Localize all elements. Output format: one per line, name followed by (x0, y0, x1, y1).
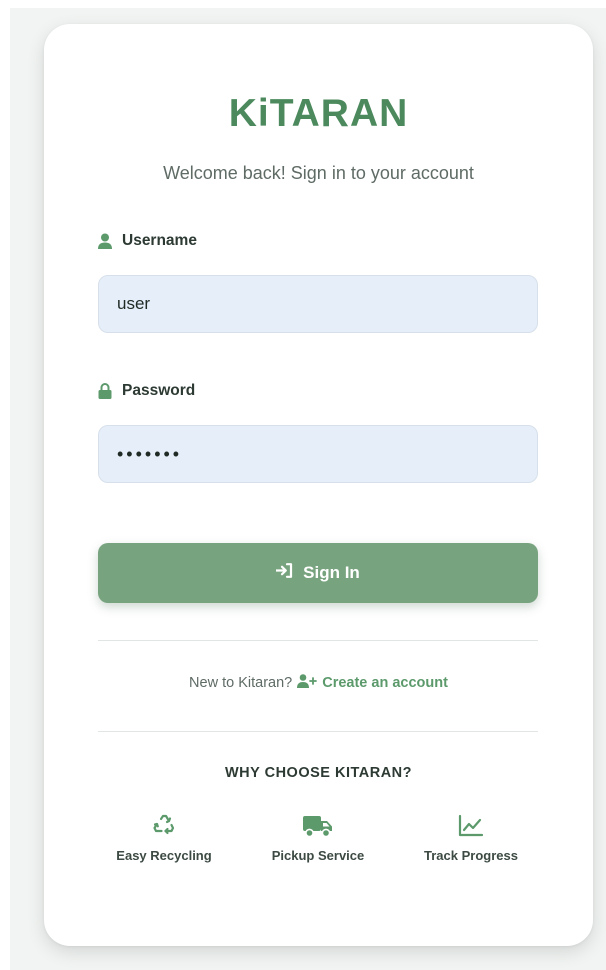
chart-line-icon (458, 814, 484, 838)
username-label-text: Username (122, 232, 197, 249)
password-input[interactable] (98, 425, 538, 483)
username-label: Username (98, 232, 197, 250)
page-background: KiTARAN Welcome back! Sign in to your ac… (10, 8, 606, 970)
register-prompt: New to Kitaran? Create an account (44, 674, 593, 692)
user-plus-icon (297, 674, 318, 692)
username-input[interactable] (98, 275, 538, 333)
sign-in-icon (275, 563, 293, 583)
divider (98, 640, 538, 641)
password-label-text: Password (122, 382, 196, 399)
create-account-label: Create an account (322, 675, 448, 691)
feature-label: Pickup Service (271, 848, 365, 863)
feature-pickup-service: Pickup Service (248, 814, 388, 863)
sign-in-label: Sign In (303, 563, 360, 582)
login-card: KiTARAN Welcome back! Sign in to your ac… (44, 24, 593, 946)
features-heading: WHY CHOOSE KITARAN? (225, 765, 412, 781)
feature-easy-recycling: Easy Recycling (94, 814, 234, 863)
create-account-link[interactable]: Create an account (297, 674, 448, 692)
lock-icon (98, 383, 112, 399)
feature-track-progress: Track Progress (401, 814, 541, 863)
user-icon (98, 233, 112, 249)
feature-label: Easy Recycling (116, 848, 212, 863)
page-subtitle: Welcome back! Sign in to your account (163, 163, 474, 183)
divider (98, 731, 538, 732)
truck-icon (303, 814, 333, 838)
register-prompt-text: New to Kitaran? (189, 675, 293, 691)
recycle-icon (152, 814, 176, 838)
password-label: Password (98, 382, 195, 400)
brand-logo: KiTARAN (228, 92, 409, 135)
feature-label: Track Progress (424, 848, 518, 863)
sign-in-button[interactable]: Sign In (98, 543, 538, 603)
